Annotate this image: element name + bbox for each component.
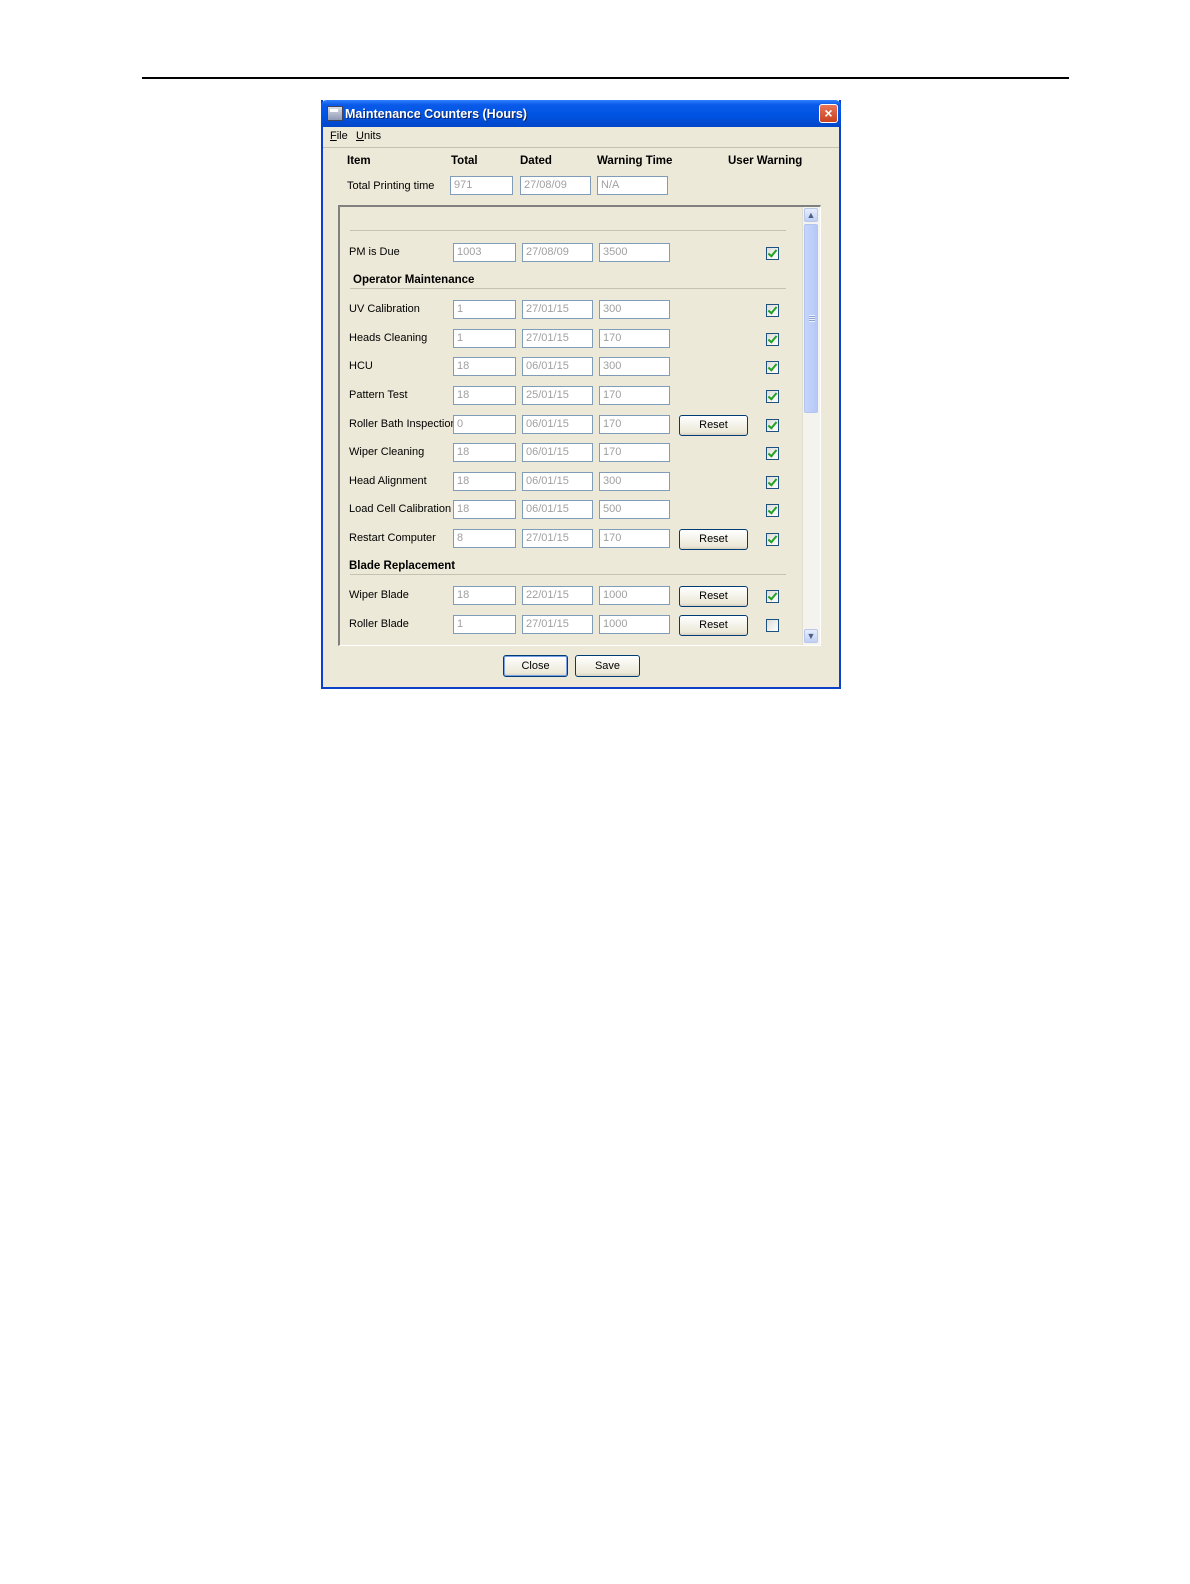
dated-field-wiper-cleaning: 06/01/15: [522, 443, 593, 462]
user-warning-checkbox-roller-bath-inspection[interactable]: [766, 419, 779, 432]
dated-field-head-alignment: 06/01/15: [522, 472, 593, 491]
user-warning-checkbox-head-alignment[interactable]: [766, 476, 779, 489]
user-warning-checkbox-restart-computer[interactable]: [766, 533, 779, 546]
total-field-roller-bath-inspection: 0: [453, 415, 516, 434]
section-operator-maintenance: Operator Maintenance: [353, 274, 475, 286]
dated-field-roller-bath-inspection: 06/01/15: [522, 415, 593, 434]
user-warning-checkbox-roller-blade[interactable]: [766, 619, 779, 632]
separator: [350, 288, 786, 289]
total-printing-warning-field: N/A: [597, 176, 668, 195]
scroll-up-arrow-icon[interactable]: ▲: [804, 208, 818, 222]
row-label-pm-is-due: PM is Due: [349, 246, 400, 258]
warning-field-restart-computer: 170: [599, 529, 670, 548]
dated-field-load-cell-calibration: 06/01/15: [522, 500, 593, 519]
panel-scrollbar[interactable]: ▲ ▼: [802, 207, 820, 645]
total-field-pattern-test: 18: [453, 386, 516, 405]
scroll-down-arrow-icon[interactable]: ▼: [804, 629, 818, 643]
maintenance-counters-window: Maintenance Counters (Hours) × File Unit…: [321, 100, 841, 689]
warning-field-uv-calibration: 300: [599, 300, 670, 319]
total-field-wiper-blade: 18: [453, 586, 516, 605]
warning-field-wiper-cleaning: 170: [599, 443, 670, 462]
dated-field-restart-computer: 27/01/15: [522, 529, 593, 548]
total-printing-label: Total Printing time: [347, 180, 435, 192]
dated-field-roller-blade: 27/01/15: [522, 615, 593, 634]
column-header-total: Total: [451, 155, 478, 167]
counters-panel: Operator Maintenance Blade Replacement ▲…: [338, 205, 821, 646]
user-warning-checkbox-load-cell-calibration[interactable]: [766, 504, 779, 517]
counter-window-icon: [327, 106, 343, 121]
scroll-grip: [809, 315, 815, 322]
total-field-uv-calibration: 1: [453, 300, 516, 319]
dated-field-hcu: 06/01/15: [522, 357, 593, 376]
warning-field-hcu: 300: [599, 357, 670, 376]
warning-field-heads-cleaning: 170: [599, 329, 670, 348]
separator: [350, 230, 786, 231]
total-printing-dated-field: 27/08/09: [520, 176, 591, 195]
column-header-item: Item: [347, 155, 371, 167]
menu-bar: File Units: [323, 127, 839, 148]
total-field-head-alignment: 18: [453, 472, 516, 491]
total-printing-total-field: 971: [450, 176, 513, 195]
title-bar[interactable]: Maintenance Counters (Hours) ×: [321, 100, 841, 127]
total-field-hcu: 18: [453, 357, 516, 376]
total-field-heads-cleaning: 1: [453, 329, 516, 348]
save-button[interactable]: Save: [575, 655, 640, 677]
warning-field-pattern-test: 170: [599, 386, 670, 405]
total-field-pm-is-due: 1003: [453, 243, 516, 262]
row-label-hcu: HCU: [349, 360, 373, 372]
dated-field-pm-is-due: 27/08/09: [522, 243, 593, 262]
row-label-head-alignment: Head Alignment: [349, 475, 427, 487]
row-label-wiper-cleaning: Wiper Cleaning: [349, 446, 425, 458]
user-warning-checkbox-wiper-cleaning[interactable]: [766, 447, 779, 460]
warning-field-head-alignment: 300: [599, 472, 670, 491]
user-warning-checkbox-hcu[interactable]: [766, 361, 779, 374]
reset-button-restart-computer[interactable]: Reset: [679, 529, 748, 550]
reset-button-roller-bath-inspection[interactable]: Reset: [679, 415, 748, 436]
section-blade-replacement: Blade Replacement: [349, 560, 456, 572]
total-field-wiper-cleaning: 18: [453, 443, 516, 462]
reset-button-wiper-blade[interactable]: Reset: [679, 586, 748, 607]
dated-field-uv-calibration: 27/01/15: [522, 300, 593, 319]
dated-field-wiper-blade: 22/01/15: [522, 586, 593, 605]
menu-file[interactable]: File: [330, 130, 348, 142]
scroll-thumb[interactable]: [804, 224, 818, 413]
row-label-wiper-blade: Wiper Blade: [349, 589, 409, 601]
warning-field-load-cell-calibration: 500: [599, 500, 670, 519]
total-field-restart-computer: 8: [453, 529, 516, 548]
warning-field-pm-is-due: 3500: [599, 243, 670, 262]
user-warning-checkbox-wiper-blade[interactable]: [766, 590, 779, 603]
user-warning-checkbox-heads-cleaning[interactable]: [766, 333, 779, 346]
row-label-roller-bath-inspection: Roller Bath Inspection: [349, 418, 457, 430]
user-warning-checkbox-uv-calibration[interactable]: [766, 304, 779, 317]
page-rule: [142, 77, 1069, 79]
close-button[interactable]: Close: [503, 655, 568, 677]
column-header-dated: Dated: [520, 155, 552, 167]
row-label-heads-cleaning: Heads Cleaning: [349, 332, 428, 344]
separator: [350, 574, 786, 575]
row-label-pattern-test: Pattern Test: [349, 389, 408, 401]
user-warning-checkbox-pm-is-due[interactable]: [766, 247, 779, 260]
total-field-load-cell-calibration: 18: [453, 500, 516, 519]
user-warning-checkbox-pattern-test[interactable]: [766, 390, 779, 403]
row-label-load-cell-calibration: Load Cell Calibration: [349, 503, 452, 515]
dated-field-heads-cleaning: 27/01/15: [522, 329, 593, 348]
row-label-roller-blade: Roller Blade: [349, 618, 409, 630]
column-header-warning-time: Warning Time: [597, 155, 673, 167]
warning-field-roller-bath-inspection: 170: [599, 415, 670, 434]
row-label-uv-calibration: UV Calibration: [349, 303, 420, 315]
row-label-restart-computer: Restart Computer: [349, 532, 436, 544]
dated-field-pattern-test: 25/01/15: [522, 386, 593, 405]
warning-field-roller-blade: 1000: [599, 615, 670, 634]
total-field-roller-blade: 1: [453, 615, 516, 634]
menu-units[interactable]: Units: [356, 130, 381, 142]
column-header-user-warning: User Warning: [728, 155, 803, 167]
warning-field-wiper-blade: 1000: [599, 586, 670, 605]
close-window-icon[interactable]: ×: [819, 104, 838, 123]
window-title: Maintenance Counters (Hours): [345, 107, 527, 121]
reset-button-roller-blade[interactable]: Reset: [679, 615, 748, 636]
